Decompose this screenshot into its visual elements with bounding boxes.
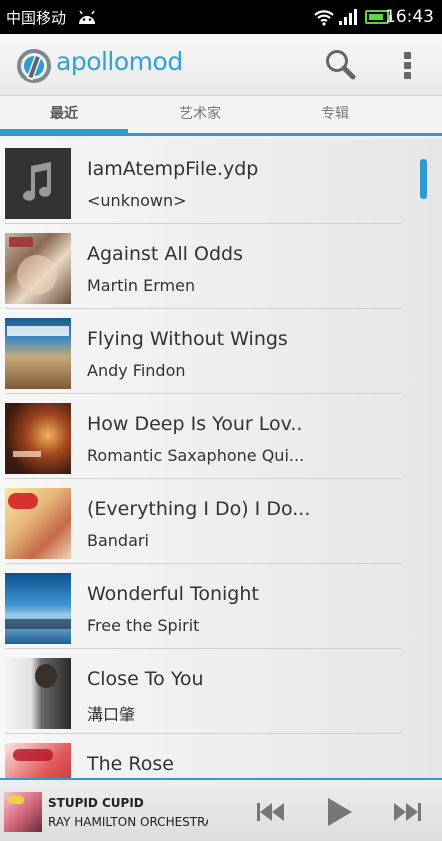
action-bar: apollomod [0, 34, 442, 96]
apollo-logo-icon [17, 49, 51, 83]
song-list[interactable]: IamAtempFile.ydp <unknown> Against All O… [0, 139, 442, 778]
list-item[interactable]: IamAtempFile.ydp <unknown> [0, 139, 410, 224]
app-logo-text: apollomod [56, 47, 183, 76]
list-item[interactable]: Close To You 溝口肇 [0, 649, 410, 734]
list-item[interactable]: Flying Without Wings Andy Findon [0, 309, 410, 394]
list-item[interactable]: How Deep Is Your Lov.. Romantic Saxaphon… [0, 394, 410, 479]
search-icon[interactable] [322, 47, 358, 83]
song-title: How Deep Is Your Lov.. [87, 413, 303, 435]
song-artist: Romantic Saxaphone Qui... [87, 446, 305, 465]
song-title: IamAtempFile.ydp [87, 158, 259, 180]
scrollbar[interactable] [420, 159, 427, 199]
song-artist: Bandari [87, 531, 149, 550]
tab-albums[interactable]: 专辑 [271, 96, 399, 133]
album-art [5, 658, 71, 729]
skip-next-icon[interactable] [390, 794, 426, 830]
album-art [5, 403, 71, 474]
now-playing-art [4, 792, 42, 832]
song-artist: Martin Ermen [87, 276, 196, 295]
album-art [5, 573, 71, 644]
clock: 16:43 [385, 7, 434, 27]
song-artist: 溝口肇 [87, 705, 136, 724]
tab-bar: 最近 艺术家 专辑 [0, 96, 442, 136]
now-playing-title: STUPID CUPID [48, 796, 144, 810]
song-artist: Free the Spirit [87, 616, 200, 635]
carrier-label: 中国移动 [6, 9, 67, 27]
song-title: Flying Without Wings [87, 328, 288, 350]
signal-icon [339, 9, 357, 25]
now-playing-bar[interactable]: STUPID CUPID RAY HAMILTON ORCHESTRA [0, 778, 442, 841]
wifi-icon [314, 10, 334, 26]
list-item[interactable]: Against All Odds Martin Ermen [0, 224, 410, 309]
song-artist: <unknown> [87, 191, 187, 210]
tab-indicator [0, 129, 128, 133]
song-title: Wonderful Tonight [87, 583, 259, 605]
tab-artists[interactable]: 艺术家 [136, 96, 264, 133]
list-item[interactable]: The Rose [0, 734, 410, 778]
album-art [5, 488, 71, 559]
status-bar: 中国移动 16:43 [0, 0, 442, 34]
play-icon[interactable] [320, 794, 356, 830]
song-artist: Andy Findon [87, 361, 186, 380]
album-art [5, 233, 71, 304]
song-title: Against All Odds [87, 243, 243, 265]
list-item[interactable]: (Everything I Do) I Do... Bandari [0, 479, 410, 564]
list-item[interactable]: Wonderful Tonight Free the Spirit [0, 564, 410, 649]
music-note-icon [5, 148, 71, 219]
album-art [5, 743, 71, 778]
song-title: Close To You [87, 668, 204, 690]
tab-recent[interactable]: 最近 [0, 96, 128, 133]
overflow-menu-icon[interactable] [394, 47, 422, 83]
album-art [5, 318, 71, 389]
song-title: The Rose [87, 753, 174, 775]
skip-previous-icon[interactable] [252, 794, 288, 830]
android-icon [79, 10, 95, 24]
song-title: (Everything I Do) I Do... [87, 498, 311, 520]
now-playing-artist: RAY HAMILTON ORCHESTRA [48, 815, 208, 829]
